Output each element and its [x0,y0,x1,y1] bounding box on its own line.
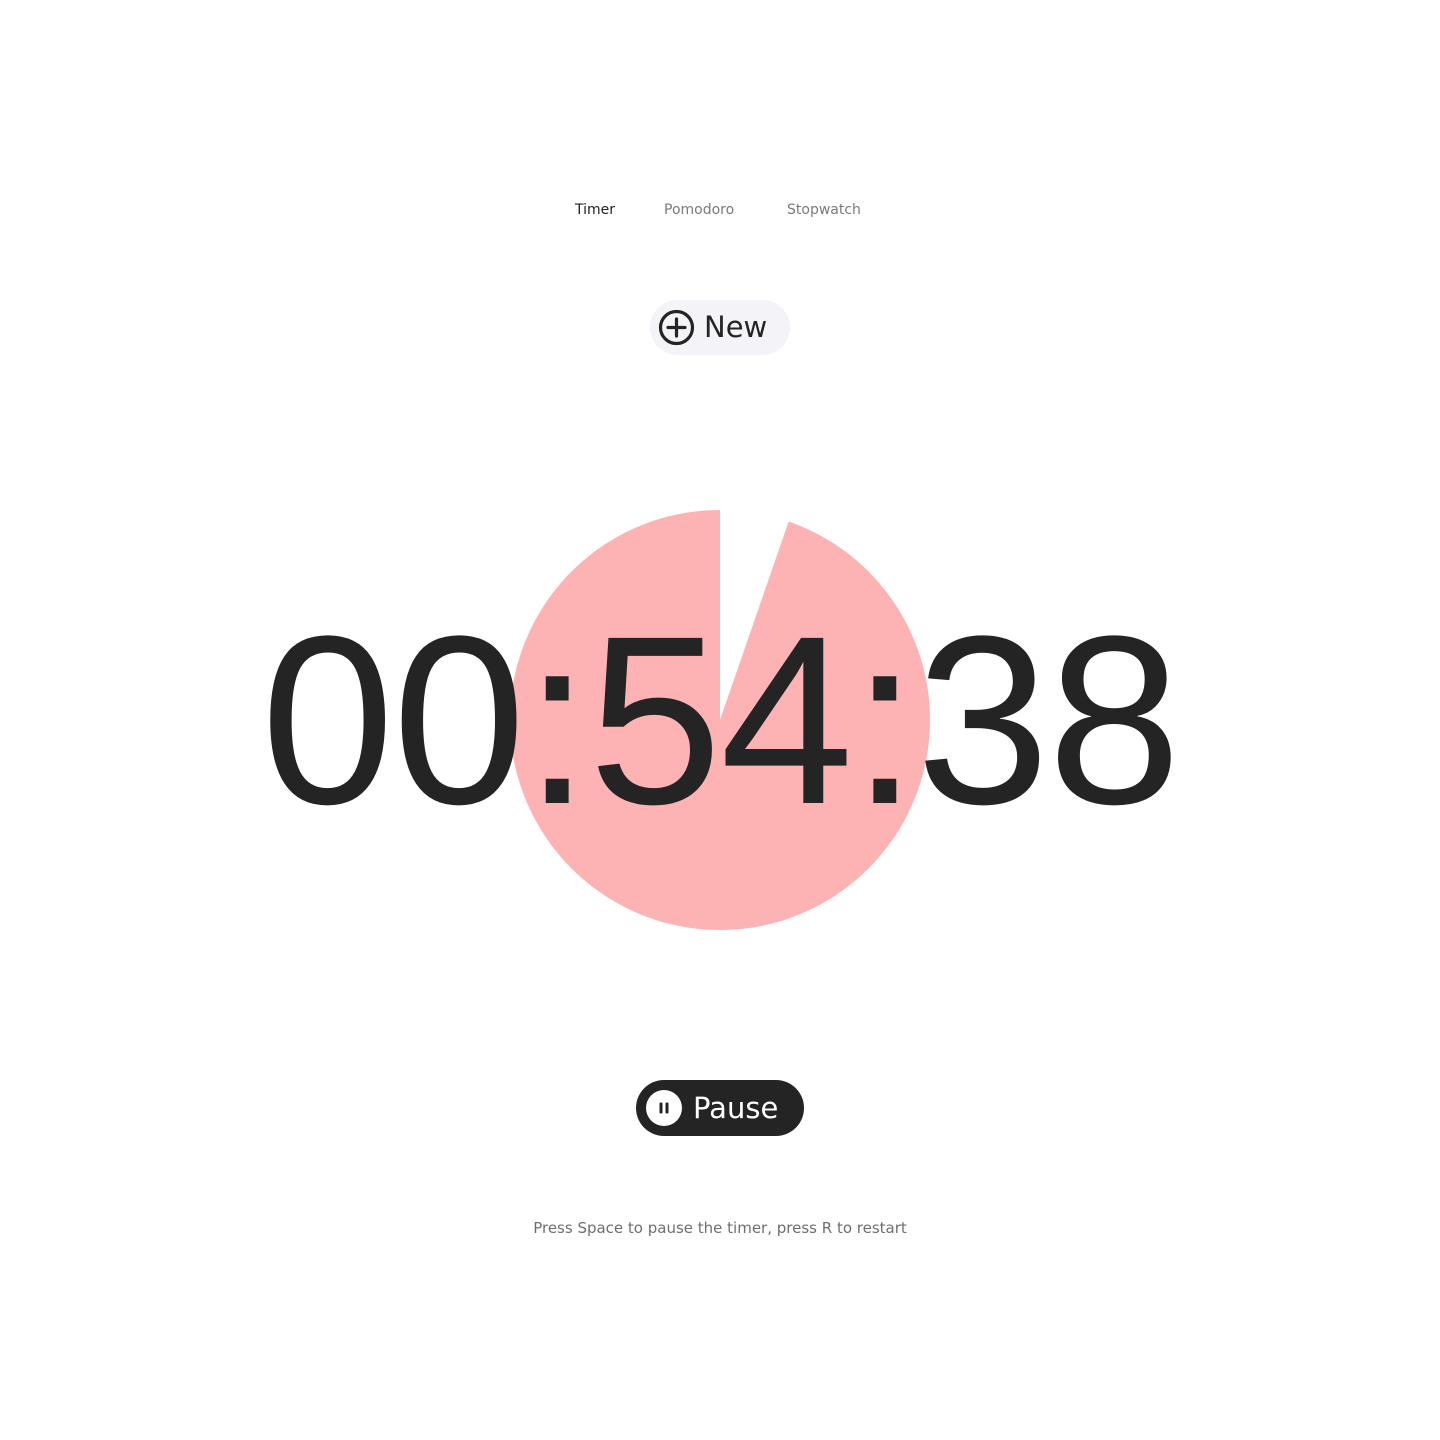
new-button-label: New [704,310,768,344]
timer-display: 00:54:38 [260,586,1181,854]
pause-button[interactable]: Pause [636,1080,804,1136]
tab-timer[interactable]: Timer [575,197,615,223]
tab-stopwatch[interactable]: Stopwatch [787,197,861,223]
keyboard-hint: Press Space to pause the timer, press R … [533,1219,907,1237]
tab-pomodoro[interactable]: Pomodoro [664,197,734,223]
mode-tabs: Timer Pomodoro Stopwatch [0,197,1440,223]
pause-icon [646,1090,682,1126]
timer-page: Timer Pomodoro Stopwatch New 00:54:38 Pa… [0,0,1440,1440]
new-timer-button[interactable]: New [650,300,790,355]
pause-button-label: Pause [693,1091,779,1125]
plus-circle-icon [658,309,695,346]
